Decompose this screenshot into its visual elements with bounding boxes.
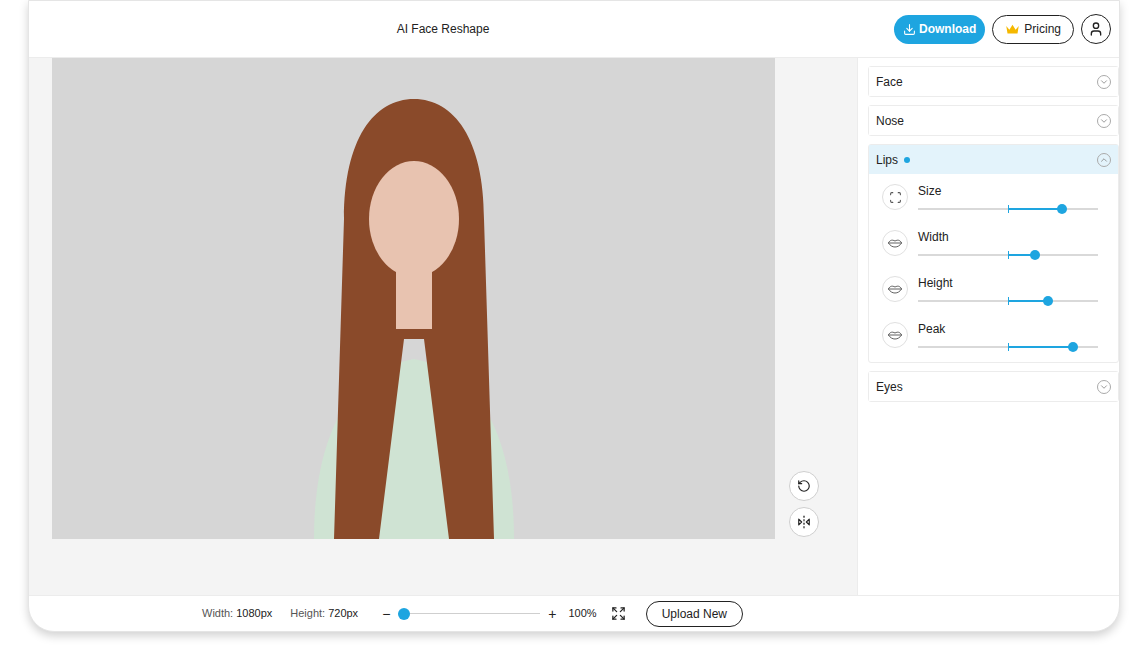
modified-dot xyxy=(904,157,910,163)
slider-row: Peak xyxy=(882,322,1105,352)
slider-icon-badge xyxy=(882,184,908,210)
accordion-section: Nose xyxy=(868,105,1119,136)
accordion-header[interactable]: Eyes xyxy=(869,372,1118,401)
accordion-section: Lips Size Width Height Peak xyxy=(868,144,1119,363)
user-icon xyxy=(1088,21,1104,37)
lips-slider[interactable] xyxy=(918,342,1098,352)
zoom-out-button[interactable]: − xyxy=(382,607,390,621)
account-button[interactable] xyxy=(1081,14,1111,44)
slider-label: Size xyxy=(918,184,1098,199)
lips-icon xyxy=(887,327,903,343)
chevron-down-icon xyxy=(1097,114,1111,128)
accordion-header[interactable]: Nose xyxy=(869,106,1118,135)
lips-slider[interactable] xyxy=(918,250,1098,260)
crown-icon xyxy=(1005,23,1020,35)
zoom-in-button[interactable]: + xyxy=(548,607,556,621)
slider-row: Height xyxy=(882,276,1105,306)
chevron-down-icon xyxy=(1097,75,1111,89)
canvas-area xyxy=(29,58,857,595)
slider-row: Size xyxy=(882,184,1105,214)
slider-label: Height xyxy=(918,276,1098,291)
slider-icon-badge xyxy=(882,276,908,302)
reset-button[interactable] xyxy=(789,471,819,501)
slider-label: Peak xyxy=(918,322,1098,337)
slider-label: Width xyxy=(918,230,1098,245)
slider-icon-badge xyxy=(882,322,908,348)
accordion-header[interactable]: Face xyxy=(869,67,1118,96)
zoom-slider[interactable] xyxy=(398,608,540,620)
app-title: AI Face Reshape xyxy=(397,20,490,38)
size-icon xyxy=(889,191,902,204)
photo xyxy=(52,58,775,539)
main: Face Nose Lips Size Width Height Peak Eyes xyxy=(29,58,1119,595)
slider-icon-badge xyxy=(882,230,908,256)
accordion-section: Face xyxy=(868,66,1119,97)
portrait-figure xyxy=(234,79,594,539)
download-icon xyxy=(903,23,916,36)
zoom-value: 100% xyxy=(569,605,597,622)
chevron-down-icon xyxy=(1097,380,1111,394)
settings-panel: Face Nose Lips Size Width Height Peak Eyes xyxy=(857,58,1119,595)
chevron-up-icon xyxy=(1097,153,1111,167)
reset-icon xyxy=(797,479,811,493)
pricing-button[interactable]: Pricing xyxy=(992,15,1074,44)
fullscreen-button[interactable] xyxy=(611,606,626,621)
slider-row: Width xyxy=(882,230,1105,260)
app: AI Face Reshape DownloadPricing Face Nose Li… xyxy=(0,0,1148,646)
lips-icon xyxy=(887,281,903,297)
accordion-header[interactable]: Lips xyxy=(869,145,1118,174)
lips-slider[interactable] xyxy=(918,296,1098,306)
accordion-section: Eyes xyxy=(868,371,1119,402)
compare-button[interactable] xyxy=(789,507,819,537)
status-bar: Width:1080pxHeight:720px−+100%Upload New xyxy=(29,595,1119,631)
fullscreen-icon xyxy=(611,606,626,621)
download-button[interactable]: Download xyxy=(894,15,985,44)
header: AI Face Reshape DownloadPricing xyxy=(29,1,1119,58)
slider-list: Size Width Height Peak xyxy=(869,174,1118,362)
compare-icon xyxy=(797,515,811,529)
lips-icon xyxy=(887,235,903,251)
lips-slider[interactable] xyxy=(918,204,1098,214)
app-card: AI Face Reshape DownloadPricing Face Nose Li… xyxy=(28,0,1120,632)
upload-new-button[interactable]: Upload New xyxy=(646,601,743,627)
